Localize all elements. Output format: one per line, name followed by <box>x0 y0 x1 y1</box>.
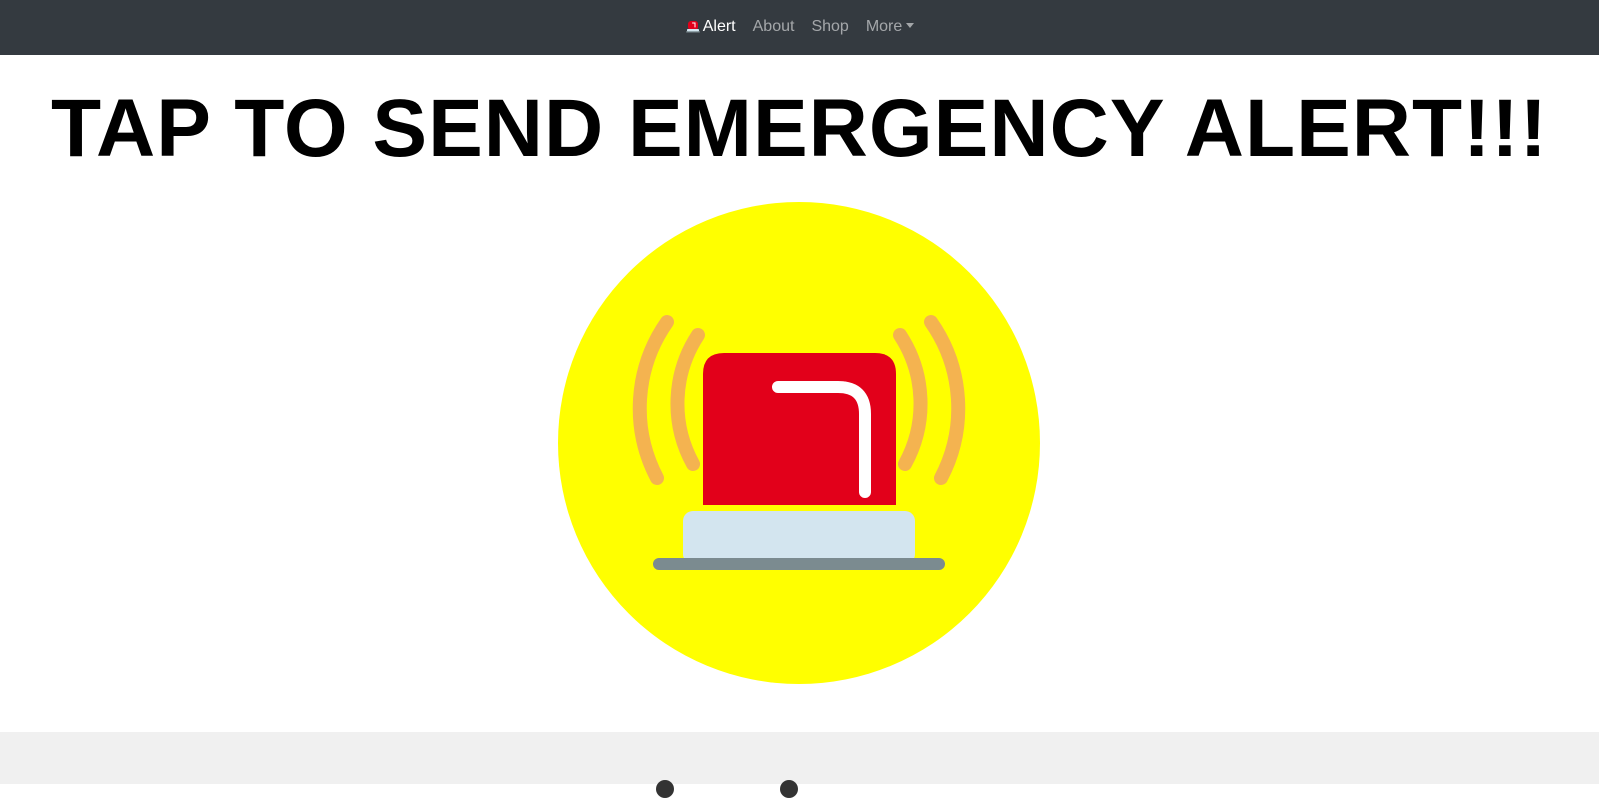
sound-wave-right-inner <box>893 328 928 471</box>
siren-base <box>683 511 915 564</box>
footer-icon-right <box>780 780 798 798</box>
send-alert-button[interactable] <box>558 202 1040 684</box>
sound-wave-right-outer <box>924 315 966 485</box>
siren-icon <box>685 19 701 33</box>
nav-link-about[interactable]: About <box>753 18 795 36</box>
nav-link-shop[interactable]: Shop <box>811 18 848 36</box>
nav-link-about-label: About <box>752 17 795 35</box>
sound-wave-left-inner <box>670 328 705 471</box>
sound-wave-left-outer <box>632 315 674 485</box>
brand-label: Alert <box>702 17 736 35</box>
siren-icon <box>632 315 966 570</box>
nav-links-group: Alert About Shop More <box>685 18 915 36</box>
footer <box>0 732 1599 798</box>
page-headline: TAP TO SEND EMERGENCY ALERT!!! <box>51 83 1548 174</box>
brand-link[interactable]: Alert <box>685 18 736 36</box>
siren-plate <box>653 558 945 570</box>
nav-dropdown-more[interactable]: More <box>865 17 915 36</box>
nav-link-shop-label: Shop <box>811 17 849 35</box>
footer-icon-left <box>656 780 674 798</box>
top-navbar: Alert About Shop More <box>0 0 1599 55</box>
caret-down-icon <box>906 23 915 28</box>
nav-dropdown-more-label: More <box>865 17 903 35</box>
